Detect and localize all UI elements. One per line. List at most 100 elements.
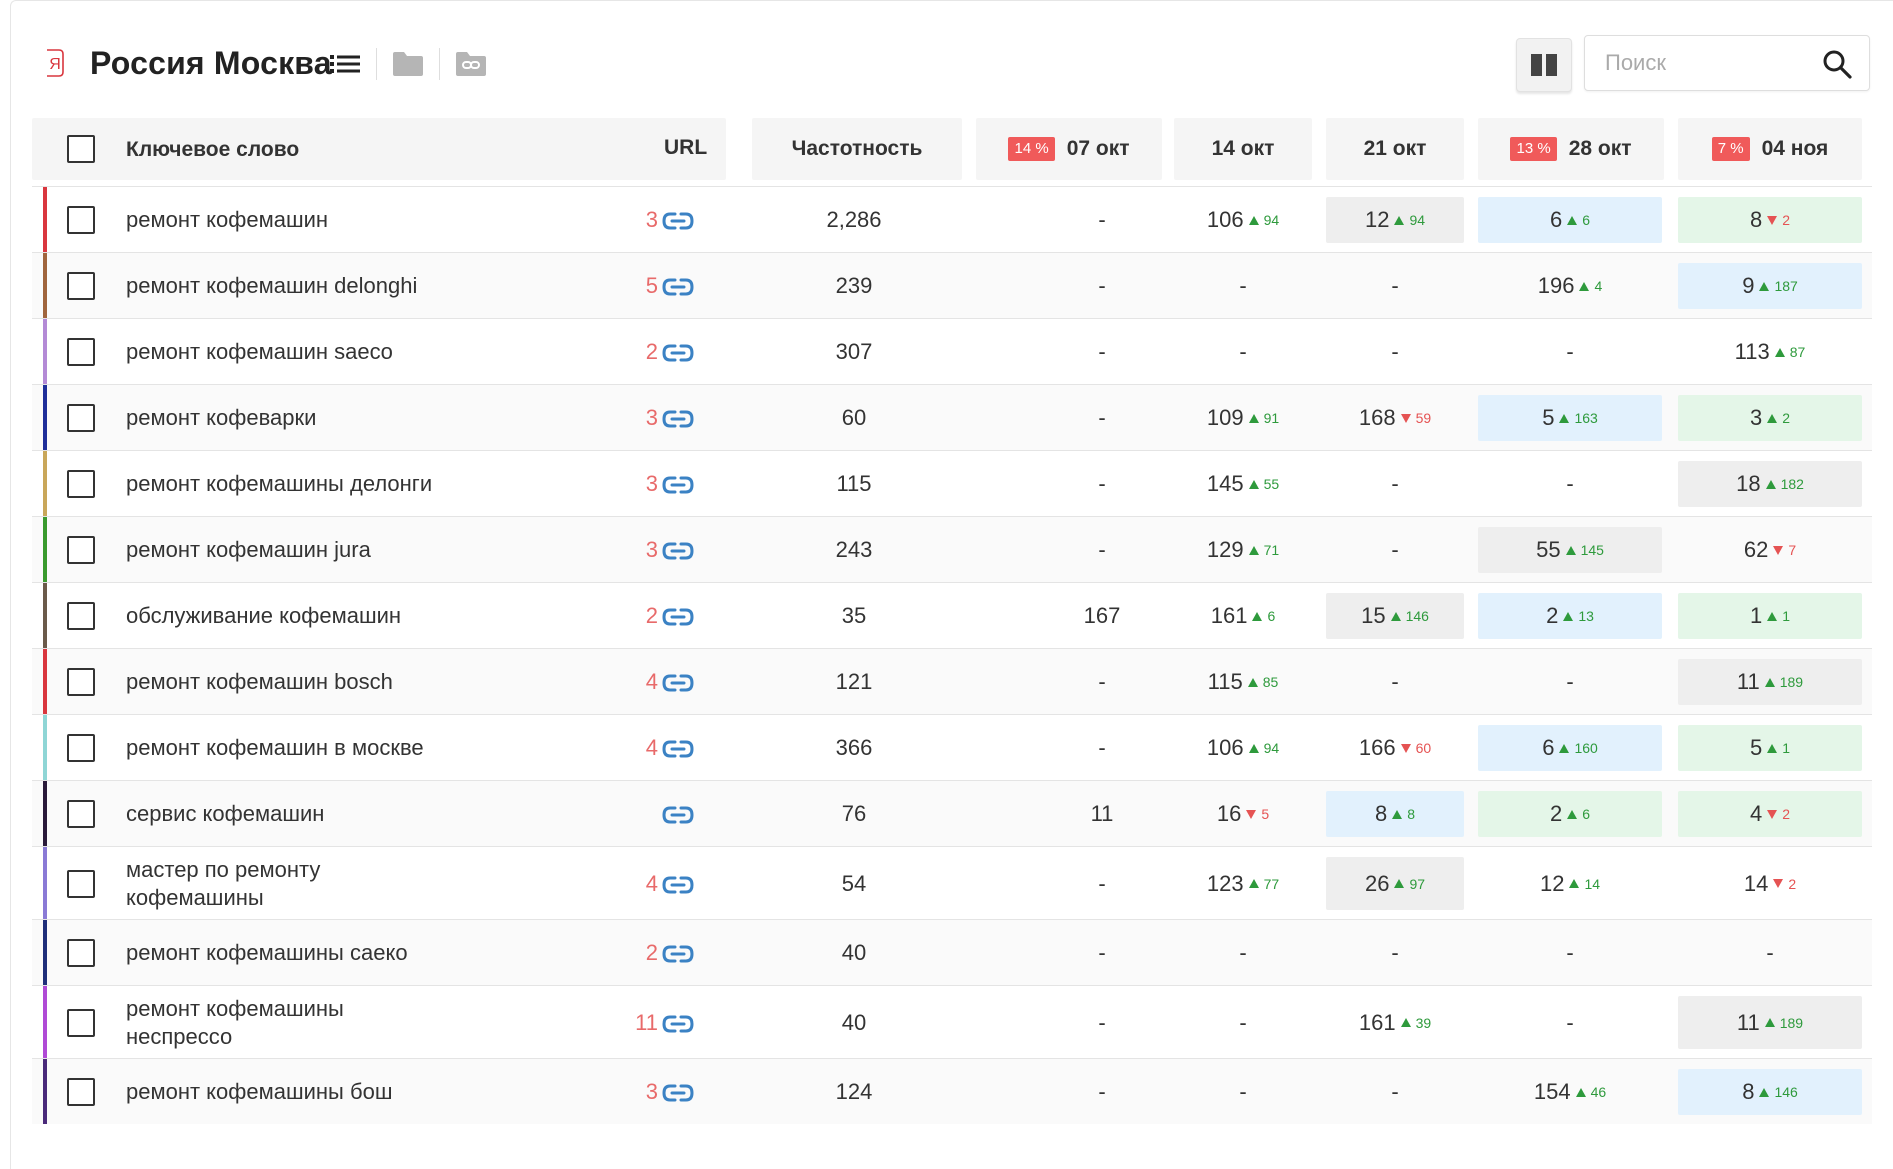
row-checkbox[interactable] — [67, 206, 95, 234]
position-cell[interactable]: 115 85 — [1174, 659, 1312, 705]
position-cell[interactable]: 9 187 — [1678, 263, 1862, 309]
position-cell[interactable]: 129 71 — [1174, 527, 1312, 573]
row-checkbox[interactable] — [67, 734, 95, 762]
column-header-date-1[interactable]: 14 % 07 окт — [976, 118, 1162, 180]
position-cell[interactable]: - — [1033, 329, 1171, 375]
table-row[interactable]: мастер по ремонту кофемашины 4 54 - 123 77 26 9… — [32, 846, 1872, 919]
position-cell[interactable]: 66 — [1478, 197, 1662, 243]
position-cell[interactable]: 12 94 — [1326, 197, 1464, 243]
position-cell[interactable]: 88 — [1326, 791, 1464, 837]
row-checkbox[interactable] — [67, 1008, 95, 1037]
position-cell[interactable]: - — [1478, 461, 1662, 507]
keyword-text[interactable]: ремонт кофемашин — [126, 206, 456, 234]
link-icon[interactable] — [662, 943, 694, 965]
position-cell[interactable]: 145 55 — [1174, 461, 1312, 507]
link-icon[interactable] — [662, 540, 694, 562]
position-cell[interactable]: - — [1478, 996, 1662, 1049]
url-count[interactable]: 5 — [592, 273, 658, 299]
position-cell[interactable]: 196 4 — [1478, 263, 1662, 309]
position-cell[interactable]: - — [1033, 996, 1171, 1049]
position-cell[interactable]: 11 — [1678, 593, 1862, 639]
position-cell[interactable]: 12 14 — [1478, 857, 1662, 910]
table-row[interactable]: ремонт кофеварки 3 60-109 91 168 59 5 163 3 2 — [32, 384, 1872, 450]
position-cell[interactable]: 161 6 — [1174, 593, 1312, 639]
table-row[interactable]: сервис кофемашин 76 11 16 5 8 8 2 6 4 2 — [32, 780, 1872, 846]
position-cell[interactable]: - — [1033, 461, 1171, 507]
row-checkbox[interactable] — [67, 668, 95, 696]
position-cell[interactable]: 16 5 — [1174, 791, 1312, 837]
url-count[interactable]: 2 — [592, 339, 658, 365]
url-count[interactable]: 4 — [592, 669, 658, 695]
keyword-text[interactable]: ремонт кофеварки — [126, 404, 456, 432]
column-header-url[interactable]: URL — [664, 136, 707, 160]
position-cell[interactable]: - — [1033, 263, 1171, 309]
table-row[interactable]: ремонт кофемашины делонги 3 115-145 55- -18 1… — [32, 450, 1872, 516]
position-cell[interactable]: 5 163 — [1478, 395, 1662, 441]
position-cell[interactable]: - — [1033, 395, 1171, 441]
position-cell[interactable]: - — [1326, 1069, 1464, 1115]
folder-icon[interactable] — [385, 46, 431, 82]
position-cell[interactable]: - — [1478, 659, 1662, 705]
position-cell[interactable]: - — [1326, 329, 1464, 375]
link-icon[interactable] — [662, 606, 694, 628]
position-cell[interactable]: - — [1033, 725, 1171, 771]
link-icon[interactable] — [662, 874, 694, 896]
url-count[interactable]: 2 — [592, 603, 658, 629]
position-cell[interactable]: - — [1174, 1069, 1312, 1115]
link-icon[interactable] — [662, 1013, 694, 1035]
link-icon[interactable] — [662, 474, 694, 496]
position-cell[interactable]: 167 — [1033, 593, 1171, 639]
position-cell[interactable]: 82 — [1678, 197, 1862, 243]
table-row[interactable]: ремонт кофемашин jura 3 243 - 129 71 - 55 145 62 7 — [32, 516, 1872, 582]
link-icon[interactable] — [662, 672, 694, 694]
table-row[interactable]: ремонт кофемашин delonghi 5 239 - - - 196 4 9 187 — [32, 252, 1872, 318]
position-cell[interactable]: - — [1478, 930, 1662, 976]
row-checkbox[interactable] — [67, 338, 95, 366]
table-row[interactable]: обслуживание кофемашин 2 35 167 161 6 15 146 2 13… — [32, 582, 1872, 648]
position-cell[interactable]: - — [1033, 930, 1171, 976]
position-cell[interactable]: 2 13 — [1478, 593, 1662, 639]
row-checkbox[interactable] — [67, 1078, 95, 1106]
row-checkbox[interactable] — [67, 800, 95, 828]
keyword-text[interactable]: ремонт кофемашины бош — [126, 1078, 456, 1106]
url-count[interactable]: 3 — [592, 471, 658, 497]
link-icon[interactable] — [662, 1082, 694, 1104]
position-cell[interactable]: - — [1033, 1069, 1171, 1115]
position-cell[interactable]: - — [1033, 857, 1171, 910]
position-cell[interactable]: - — [1174, 996, 1312, 1049]
url-count[interactable]: 3 — [592, 537, 658, 563]
link-icon[interactable] — [662, 210, 694, 232]
position-cell[interactable]: 8 146 — [1678, 1069, 1862, 1115]
column-header-date-2[interactable]: 14 окт — [1174, 118, 1312, 180]
position-cell[interactable]: 123 77 — [1174, 857, 1312, 910]
link-folder-icon[interactable] — [448, 46, 494, 82]
position-cell[interactable]: 14 2 — [1678, 857, 1862, 910]
position-cell[interactable]: - — [1033, 659, 1171, 705]
row-checkbox[interactable] — [67, 869, 95, 898]
link-icon[interactable] — [662, 276, 694, 298]
column-header-date-3[interactable]: 21 окт — [1326, 118, 1464, 180]
url-count[interactable]: 11 — [592, 1010, 658, 1036]
position-cell[interactable]: - — [1033, 197, 1171, 243]
column-header-date-4[interactable]: 13 % 28 окт — [1478, 118, 1664, 180]
keyword-text[interactable]: ремонт кофемашин jura — [126, 536, 456, 564]
keyword-text[interactable]: мастер по ремонту кофемашины — [126, 856, 456, 912]
position-cell[interactable]: - — [1174, 263, 1312, 309]
keyword-text[interactable]: ремонт кофемашин saeco — [126, 338, 456, 366]
position-cell[interactable]: - — [1174, 329, 1312, 375]
position-cell[interactable]: - — [1326, 461, 1464, 507]
search-icon[interactable] — [1821, 48, 1853, 80]
position-cell[interactable]: - — [1326, 263, 1464, 309]
column-header-date-5[interactable]: 7 % 04 ноя — [1678, 118, 1862, 180]
keyword-text[interactable]: ремонт кофемашин bosch — [126, 668, 456, 696]
link-icon[interactable] — [662, 738, 694, 760]
columns-toggle-button[interactable] — [1516, 38, 1572, 92]
row-checkbox[interactable] — [67, 536, 95, 564]
position-cell[interactable]: 62 7 — [1678, 527, 1862, 573]
position-cell[interactable]: 15 146 — [1326, 593, 1464, 639]
url-count[interactable]: 3 — [592, 207, 658, 233]
position-cell[interactable]: 109 91 — [1174, 395, 1312, 441]
link-icon[interactable] — [662, 408, 694, 430]
row-checkbox[interactable] — [67, 602, 95, 630]
position-cell[interactable]: 11 189 — [1678, 659, 1862, 705]
